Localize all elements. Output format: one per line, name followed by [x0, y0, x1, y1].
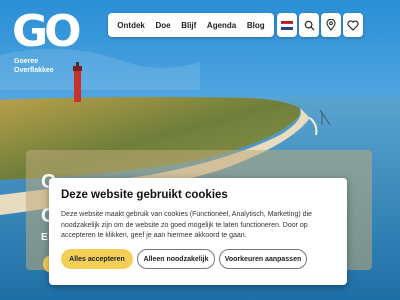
logo-line-2: Overflakkee [14, 67, 54, 74]
nav-item-blijf[interactable]: Blijf [181, 21, 196, 30]
cookie-description: Deze website maakt gebruik van cookies (… [61, 211, 312, 239]
logo-line-1: Goeree [14, 58, 39, 65]
map-button[interactable] [321, 13, 341, 37]
nav-item-agenda[interactable]: Agenda [207, 21, 236, 30]
cookie-title: Deze website gebruikt cookies [61, 189, 228, 201]
nav-item-blog[interactable]: Blog [247, 21, 265, 30]
logo-mark: GO [12, 6, 82, 57]
language-button[interactable] [277, 13, 297, 37]
heart-icon [347, 19, 359, 31]
search-button[interactable] [299, 13, 319, 37]
search-icon [304, 20, 315, 31]
nav-item-doe[interactable]: Doe [155, 21, 170, 30]
adjust-preferences-button[interactable]: Voorkeuren aanpassen [219, 249, 307, 269]
location-pin-icon [326, 19, 336, 31]
dutch-flag-icon [281, 20, 293, 30]
cookie-button-row: Alles accepteren Alleen noodzakelijk Voo… [61, 249, 307, 269]
favorites-button[interactable] [343, 13, 363, 37]
main-navigation: Ontdek Doe Blijf Agenda Blog [108, 13, 274, 37]
accept-all-button[interactable]: Alles accepteren [61, 249, 133, 269]
nav-item-ontdek[interactable]: Ontdek [117, 21, 145, 30]
site-logo[interactable]: GO Goeree Overflakkee [12, 8, 82, 75]
necessary-only-button[interactable]: Alleen noodzakelijk [137, 249, 215, 269]
cookie-consent-dialog: Deze website gebruikt cookies Deze websi… [49, 178, 347, 285]
hero-subtitle-fragment: E [41, 232, 48, 243]
